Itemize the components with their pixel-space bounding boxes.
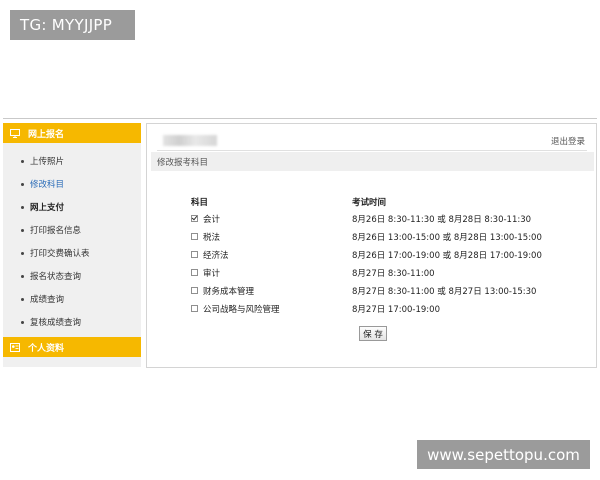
bullet-icon — [21, 228, 24, 232]
blurred-username — [163, 135, 217, 146]
column-header-exam-time: 考试时间 — [352, 198, 387, 208]
subject-checkbox[interactable] — [191, 287, 198, 294]
subject-checkbox[interactable] — [191, 305, 198, 312]
sidebar-item-label: 成绩查询 — [30, 295, 65, 305]
sidebar-section-personal-info[interactable]: 个人资料 — [3, 337, 141, 357]
subject-checkbox[interactable] — [191, 215, 198, 222]
subject-name: 财务成本管理 — [203, 287, 255, 297]
bullet-icon — [21, 205, 24, 209]
sidebar-item-score-query[interactable]: 成绩查询 — [21, 293, 64, 305]
watermark-top: TG: MYYJJPP — [10, 10, 135, 40]
sidebar-item-label: 上传照片 — [30, 157, 65, 167]
subject-name: 会计 — [203, 215, 221, 225]
bullet-icon — [21, 251, 24, 255]
table-row: 公司战略与风险管理 8月27日 17:00-19:00 — [191, 303, 551, 317]
sidebar-item-upload-photo[interactable]: 上传照片 — [21, 155, 64, 167]
user-bar: 退出登录 — [157, 134, 587, 151]
bullet-icon — [21, 320, 24, 324]
main-panel: 退出登录 修改报考科目 科目 考试时间 会计 8月26日 8:30-11:30 … — [146, 123, 597, 368]
bullet-icon — [21, 182, 24, 186]
subject-name: 税法 — [203, 233, 221, 243]
sidebar-item-label: 打印交费确认表 — [30, 249, 90, 259]
table-row: 经济法 8月26日 17:00-19:00 或 8月28日 17:00-19:0… — [191, 249, 551, 263]
sidebar-item-online-payment[interactable]: 网上支付 — [21, 201, 64, 213]
id-card-icon — [10, 342, 20, 352]
bullet-icon — [21, 159, 24, 163]
table-row: 审计 8月27日 8:30-11:00 — [191, 267, 551, 281]
subject-checkbox[interactable] — [191, 251, 198, 258]
sidebar-item-label: 复核成绩查询 — [30, 318, 82, 328]
sidebar-item-label: 报名状态查询 — [30, 272, 82, 282]
table-row: 会计 8月26日 8:30-11:30 或 8月28日 8:30-11:30 — [191, 213, 551, 227]
exam-time: 8月26日 17:00-19:00 或 8月28日 17:00-19:00 — [352, 251, 542, 261]
watermark-bottom: www.sepettopu.com — [417, 440, 590, 469]
exam-time: 8月27日 8:30-11:00 — [352, 269, 435, 279]
sidebar-item-registration-status[interactable]: 报名状态查询 — [21, 270, 81, 282]
sidebar-item-score-review-query[interactable]: 复核成绩查询 — [21, 316, 81, 328]
sidebar-item-print-payment-confirmation[interactable]: 打印交费确认表 — [21, 247, 90, 259]
sidebar-item-label: 修改科目 — [30, 180, 65, 190]
sidebar-item-label: 打印报名信息 — [30, 226, 82, 236]
subject-checkbox[interactable] — [191, 269, 198, 276]
subject-name: 经济法 — [203, 251, 229, 261]
sidebar-section-title: 网上报名 — [28, 129, 65, 140]
save-button[interactable]: 保 存 — [359, 326, 387, 341]
top-divider — [3, 118, 597, 119]
subject-checkbox[interactable] — [191, 233, 198, 240]
exam-time: 8月27日 8:30-11:00 或 8月27日 13:00-15:30 — [352, 287, 537, 297]
table-row: 税法 8月26日 13:00-15:00 或 8月28日 13:00-15:00 — [191, 231, 551, 245]
monitor-icon — [10, 128, 20, 138]
sidebar-section-online-registration[interactable]: 网上报名 — [3, 123, 141, 143]
column-header-subject: 科目 — [191, 198, 209, 208]
bullet-icon — [21, 274, 24, 278]
bullet-icon — [21, 297, 24, 301]
sidebar-item-label: 网上支付 — [30, 203, 65, 213]
subject-name: 审计 — [203, 269, 221, 279]
exam-time: 8月26日 8:30-11:30 或 8月28日 8:30-11:30 — [352, 215, 532, 225]
subject-name: 公司战略与风险管理 — [203, 305, 280, 315]
exam-time: 8月26日 13:00-15:00 或 8月28日 13:00-15:00 — [352, 233, 542, 243]
sidebar-item-print-registration[interactable]: 打印报名信息 — [21, 224, 81, 236]
sidebar-section-title: 个人资料 — [28, 343, 65, 354]
table-row: 财务成本管理 8月27日 8:30-11:00 或 8月27日 13:00-15… — [191, 285, 551, 299]
sidebar-item-modify-subjects[interactable]: 修改科目 — [21, 178, 64, 190]
sidebar: 网上报名 上传照片 修改科目 网上支付 打印报名信息 打印交费确认表 报名状态查… — [3, 123, 141, 367]
logout-link[interactable]: 退出登录 — [551, 135, 585, 147]
exam-time: 8月27日 17:00-19:00 — [352, 305, 440, 315]
section-title-bar: 修改报考科目 — [151, 152, 594, 171]
section-title: 修改报考科目 — [157, 157, 209, 168]
